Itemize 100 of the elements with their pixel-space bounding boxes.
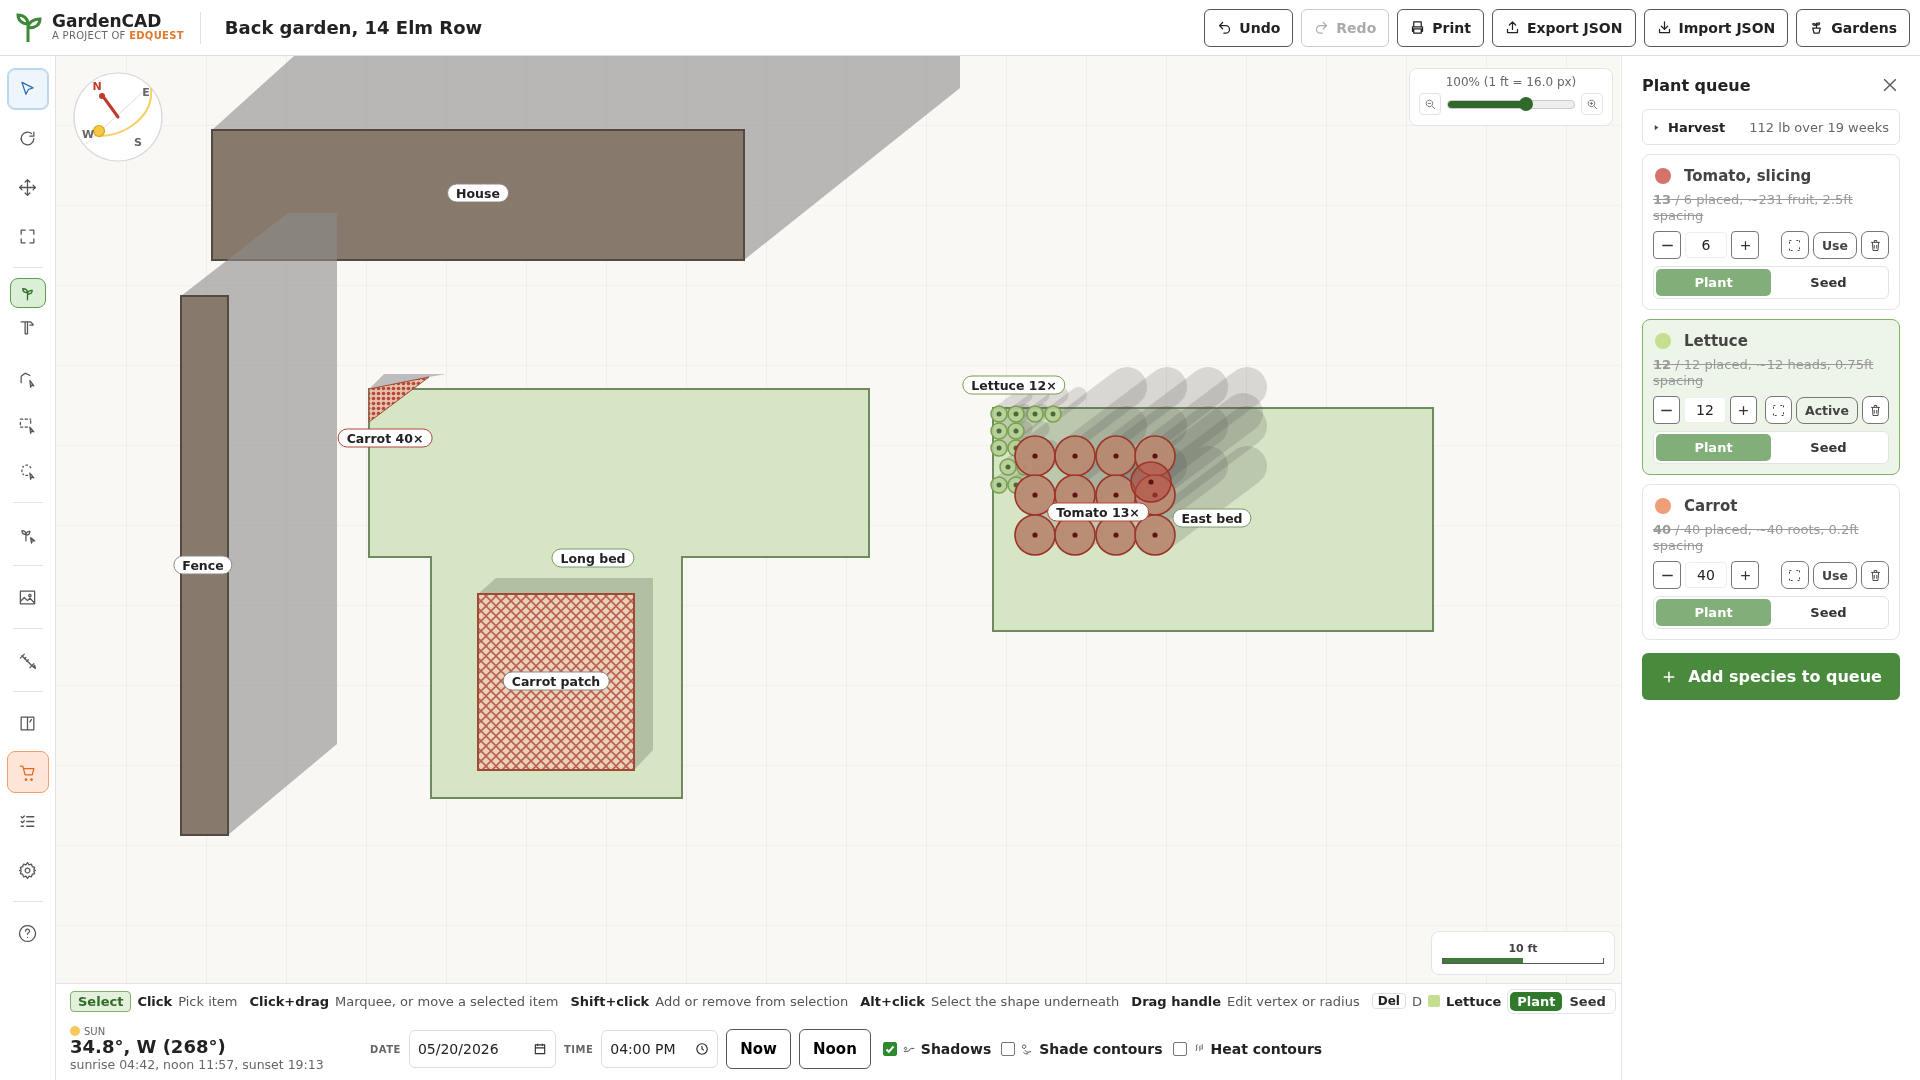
species-summary: 12 / 12 placed, ~12 heads, 0.75ft spacing	[1653, 357, 1875, 389]
species-card[interactable]: Carrot 40 / 40 placed, ~40 roots, 0.2ft spacing 40 Use Plant Seed	[1642, 484, 1900, 640]
quantity-field[interactable]: 6	[1685, 232, 1727, 258]
use-button[interactable]: Use	[1812, 231, 1857, 259]
time-preset-button[interactable]: Now	[726, 1029, 791, 1069]
use-button[interactable]: Use	[1812, 561, 1857, 589]
lettuce-plant	[990, 439, 1008, 457]
fit-button[interactable]	[1780, 561, 1809, 589]
species-summary: 13 / 6 placed, ~231 fruit, 2.5ft spacing	[1653, 192, 1854, 224]
zoom-reading: 100% (1 ft = 16.0 px)	[1445, 75, 1577, 89]
shortcut-hint: Add or remove from selection	[655, 993, 849, 1009]
time-field[interactable]: 04:00 PM	[601, 1030, 719, 1068]
increment-button[interactable]	[1731, 561, 1759, 589]
zoom-out-icon	[1423, 97, 1437, 111]
shortcut-hint: Pick item	[178, 993, 238, 1009]
app-name: GardenCAD	[52, 13, 162, 32]
shape-label[interactable]: Carrot patch	[502, 671, 610, 691]
lettuce-plant	[1044, 405, 1062, 423]
mode-toggle[interactable]: Seed	[1562, 991, 1613, 1011]
fit-button[interactable]	[1780, 231, 1809, 259]
shortcut-key: Click+drag	[249, 993, 330, 1009]
compass-letter: W	[81, 128, 95, 141]
lettuce-plant	[1007, 422, 1025, 440]
shortcut-key: Drag handle	[1131, 993, 1222, 1009]
species-name: Lettuce	[1684, 332, 1748, 350]
caret-icon	[1653, 123, 1660, 131]
expand-icon	[1787, 237, 1803, 253]
compass-letter: E	[142, 86, 150, 99]
document-title: Back garden, 14 Elm Row	[224, 17, 483, 38]
decrement-button[interactable]	[1653, 561, 1681, 589]
increment-button[interactable]	[1730, 396, 1757, 424]
species-card[interactable]: Lettuce 12 / 12 placed, ~12 heads, 0.75ft spacing 12 Active Plant Seed	[1642, 319, 1900, 475]
toolbar-button[interactable]: Print	[1397, 8, 1484, 47]
lettuce-plant	[1007, 405, 1025, 423]
panel-title: Plant queue	[1642, 75, 1751, 95]
harvest-summary: 112 lb over 19 weeks	[1749, 119, 1889, 135]
undo-icon	[1217, 20, 1233, 35]
checkbox-label: Shadows	[920, 1041, 992, 1057]
shortcut-key: Shift+click	[570, 993, 650, 1009]
mode-toggle[interactable]: Seed	[1771, 434, 1886, 461]
clock-icon	[695, 1042, 710, 1056]
toolbar-button[interactable]: Undo	[1204, 8, 1294, 47]
lettuce-plant	[990, 476, 1008, 494]
help-icon	[18, 923, 37, 943]
shape-label[interactable]: Fence	[173, 555, 233, 575]
shape-label[interactable]: Lettuce 12×	[962, 375, 1066, 395]
delete-button[interactable]	[1861, 231, 1889, 259]
expand-icon	[1787, 567, 1803, 583]
tomato-plant	[1014, 474, 1056, 516]
checkbox[interactable]	[1172, 1042, 1187, 1056]
delete-button[interactable]	[1861, 561, 1889, 589]
checkbox[interactable]	[882, 1042, 897, 1056]
shape-label[interactable]: House	[447, 183, 509, 203]
date-field[interactable]: 05/20/2026	[408, 1030, 556, 1068]
increment-button[interactable]	[1731, 231, 1759, 259]
field-label: TIME	[563, 1043, 594, 1055]
species-card[interactable]: Tomato, slicing 13 / 6 placed, ~231 fruit, 2.5ft spacing 6 Use Plant Seed	[1642, 154, 1900, 310]
species-name: Carrot	[1684, 497, 1738, 515]
fit-button[interactable]	[1765, 396, 1792, 424]
shape-label[interactable]: East bed	[1172, 508, 1252, 528]
zoom-out-button[interactable]	[1419, 93, 1441, 115]
harvest-label: Harvest	[1668, 119, 1726, 135]
tomato-plant	[1014, 435, 1056, 477]
toolbar-button[interactable]: Import JSON	[1643, 8, 1789, 47]
tomato-plant	[1130, 461, 1172, 503]
zoom-in-button[interactable]	[1581, 93, 1603, 115]
species-name: Tomato, slicing	[1684, 167, 1812, 185]
shape-label[interactable]: Carrot 40×	[337, 428, 433, 448]
delete-button[interactable]	[1862, 396, 1889, 424]
shortcut-hint: Select the shape underneath	[930, 993, 1120, 1009]
mode-toggle[interactable]: Seed	[1771, 269, 1886, 296]
mode-toggle[interactable]: Plant	[1510, 991, 1563, 1011]
checkbox[interactable]	[1001, 1042, 1016, 1056]
compass-letter: S	[134, 136, 142, 149]
tomato-plant	[1134, 435, 1176, 477]
carrot-cluster	[368, 376, 430, 423]
sun-times: sunrise 04:42, noon 11:57, sunset 19:13	[70, 1057, 325, 1073]
shape-label[interactable]: Long bed	[551, 548, 635, 568]
tool-button[interactable]	[9, 278, 46, 308]
decrement-button[interactable]	[1653, 396, 1680, 424]
use-button[interactable]: Active	[1796, 396, 1858, 424]
sun-position: 34.8°, W (268°)	[70, 1037, 227, 1058]
add-species-button[interactable]: Add species to queue	[1642, 653, 1900, 700]
harvest-row[interactable]: Harvest 112 lb over 19 weeks	[1642, 109, 1900, 145]
decrement-button[interactable]	[1653, 231, 1681, 259]
tomato-plant	[1014, 514, 1056, 556]
shortcut-key: Alt+click	[860, 993, 925, 1009]
lettuce-plant	[990, 422, 1008, 440]
time-preset-button[interactable]: Noon	[798, 1029, 871, 1069]
download-icon	[1656, 20, 1672, 35]
compass-letter: N	[92, 80, 102, 93]
quantity-field[interactable]: 40	[1685, 562, 1727, 588]
toolbar-button[interactable]: Gardens	[1796, 8, 1910, 47]
toolbar-button[interactable]: Export JSON	[1491, 8, 1636, 47]
sun-icon	[70, 1026, 80, 1037]
zoom-slider[interactable]	[1447, 99, 1575, 109]
mode-toggle[interactable]: Seed	[1771, 599, 1886, 626]
shortcut-hint: D	[1411, 993, 1422, 1009]
quantity-field[interactable]: 12	[1684, 397, 1726, 423]
shape-label[interactable]: Tomato 13×	[1047, 502, 1149, 522]
